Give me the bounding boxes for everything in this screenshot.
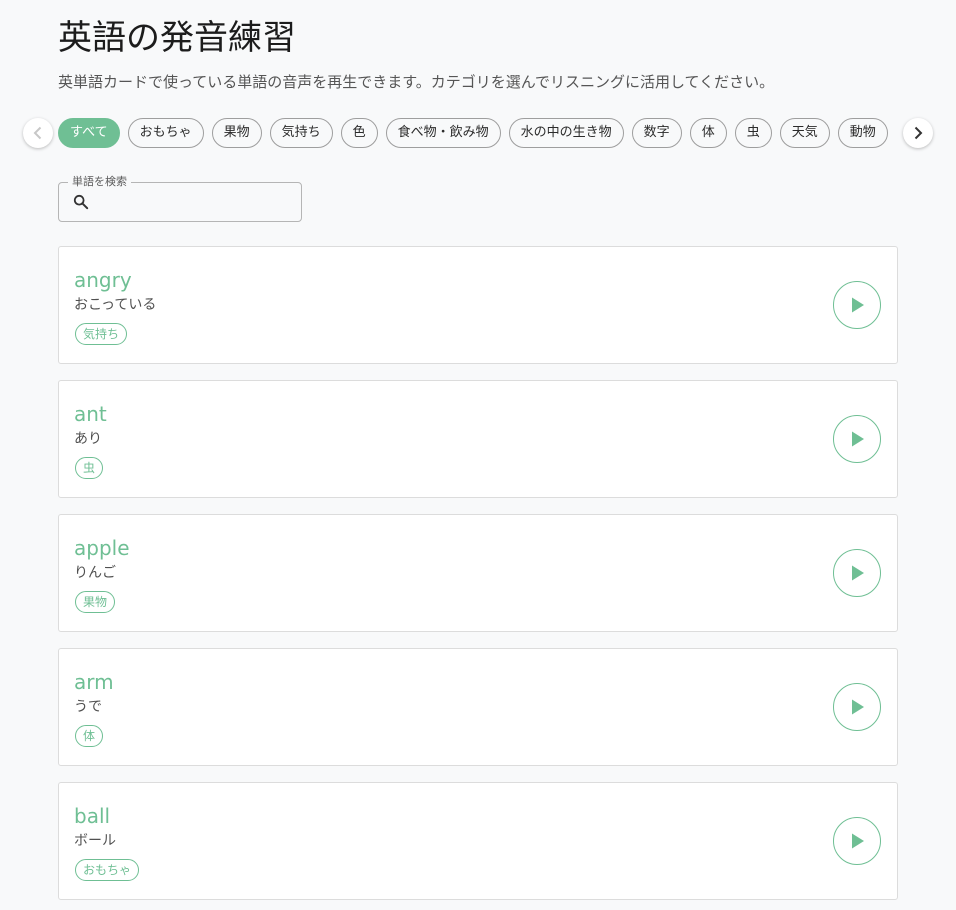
play-icon (852, 297, 864, 313)
category-chip[interactable]: 体 (689, 118, 727, 148)
play-button[interactable] (833, 549, 881, 597)
category-chip[interactable]: おもちゃ (127, 118, 204, 148)
category-chip[interactable]: 動物 (837, 118, 888, 148)
word-card: ant あり虫 (58, 380, 898, 498)
word-meaning: おこっている (74, 297, 157, 313)
scroll-left-button[interactable] (23, 118, 53, 148)
word-list: angry おこっている気持ち ant あり虫 apple りんご果物 arm うで体 ball… (58, 246, 898, 910)
category-chips-viewport: すべて おもちゃ 果物 気持ち色食べ物・飲み物 水の中の生き物 数字体虫天気 動物 (57, 117, 899, 151)
category-chip[interactable]: 果物 (211, 118, 262, 148)
category-chip[interactable]: 色 (340, 118, 378, 148)
category-tag: 気持ち (75, 323, 128, 345)
play-button[interactable] (833, 683, 881, 731)
search-input[interactable] (97, 189, 297, 217)
word-card: angry おこっている気持ち (58, 246, 898, 364)
search-label: 単語を検索 (68, 174, 131, 190)
page: 英語の発音練習 英単語カードで使っている単語の音声を再生できます。カテゴリを選ん… (0, 0, 956, 910)
category-chip[interactable]: 数字 (631, 118, 682, 148)
play-icon (852, 699, 864, 715)
word-text: apple (74, 536, 130, 560)
play-icon (852, 565, 864, 581)
word-meaning: りんご (74, 565, 116, 581)
play-button[interactable] (833, 281, 881, 329)
category-chip[interactable]: 気持ち (269, 118, 333, 148)
page-title: 英語の発音練習 (58, 18, 296, 58)
category-filter-bar: すべて おもちゃ 果物 気持ち色食べ物・飲み物 水の中の生き物 数字体虫天気 動物 (22, 117, 934, 151)
play-icon (852, 431, 864, 447)
search-icon (73, 194, 89, 210)
chevron-right-icon (914, 126, 923, 140)
word-text: angry (74, 268, 132, 292)
page-subtitle: 英単語カードで使っている単語の音声を再生できます。カテゴリを選んでリスニングに活… (58, 73, 775, 91)
category-chip[interactable]: 食べ物・飲み物 (385, 118, 501, 148)
word-meaning: ボール (74, 833, 116, 849)
search-field[interactable]: 単語を検索 (58, 174, 302, 222)
play-icon (852, 833, 864, 849)
category-chip[interactable]: 天気 (779, 118, 830, 148)
word-text: arm (74, 670, 114, 694)
word-meaning: あり (74, 431, 102, 447)
word-text: ball (74, 804, 111, 828)
category-tag: 体 (75, 725, 104, 747)
word-card: apple りんご果物 (58, 514, 898, 632)
play-button[interactable] (833, 415, 881, 463)
chevron-left-icon (33, 126, 42, 140)
word-card: arm うで体 (58, 648, 898, 766)
category-tag: 果物 (75, 591, 116, 613)
scroll-right-button[interactable] (903, 118, 933, 148)
category-chip[interactable]: 虫 (734, 118, 772, 148)
category-chip[interactable]: 水の中の生き物 (508, 118, 624, 148)
word-text: ant (74, 402, 107, 426)
category-chip[interactable]: すべて (58, 118, 120, 148)
category-tag: 虫 (75, 457, 104, 479)
play-button[interactable] (833, 817, 881, 865)
category-chips: すべて おもちゃ 果物 気持ち色食べ物・飲み物 水の中の生き物 数字体虫天気 動物 (57, 117, 899, 148)
word-meaning: うで (74, 699, 102, 715)
word-card: ball ボールおもちゃ (58, 782, 898, 900)
category-tag: おもちゃ (75, 859, 140, 881)
